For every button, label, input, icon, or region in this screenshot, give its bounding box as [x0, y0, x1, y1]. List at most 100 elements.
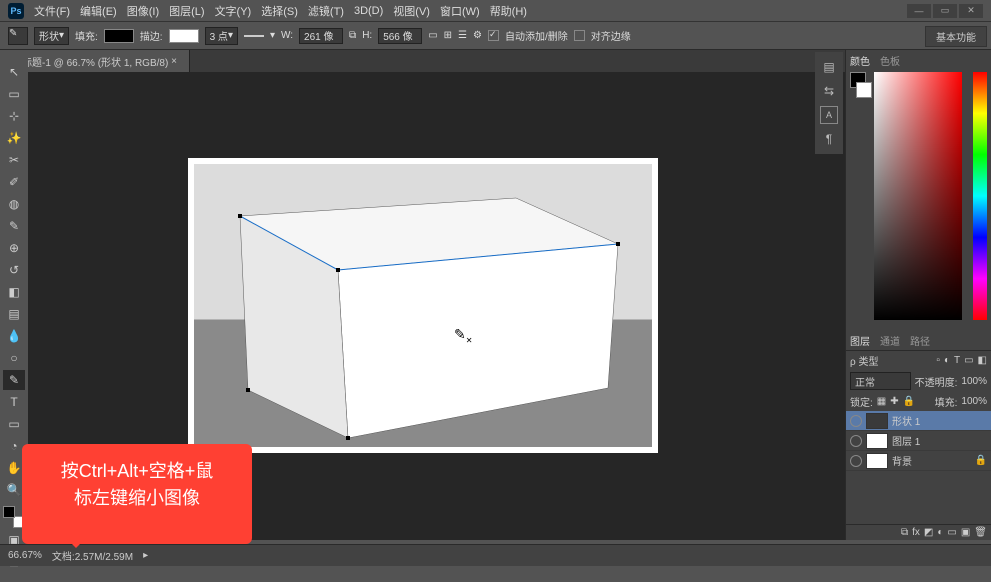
layers-panel-tabs: 图层 通道 路径 — [846, 330, 991, 350]
layer-thumb[interactable] — [866, 453, 888, 469]
layer-name[interactable]: 形状 1 — [892, 413, 920, 428]
healing-tool[interactable]: ◍ — [3, 194, 25, 214]
crop-tool[interactable]: ✂ — [3, 150, 25, 170]
visibility-toggle[interactable] — [850, 455, 862, 467]
history-brush-tool[interactable]: ↺ — [3, 260, 25, 280]
collapsed-panels-strip: ▤ ⇆ A ¶ — [815, 52, 843, 154]
layer-name[interactable]: 背景 — [892, 453, 912, 468]
path-select-tool[interactable]: ▭ — [3, 414, 25, 434]
filter-adj-icon[interactable]: ◐ — [944, 355, 950, 366]
link-wh-icon[interactable]: ⧉ — [349, 30, 356, 41]
menu-help[interactable]: 帮助(H) — [490, 3, 527, 19]
group-icon[interactable]: ▭ — [947, 527, 956, 538]
lasso-tool[interactable]: ⊹ — [3, 106, 25, 126]
layer-fx-icon[interactable]: fx — [912, 527, 920, 538]
align-icon[interactable]: ⊞ — [444, 30, 452, 41]
workspace-switcher[interactable]: 基本功能 — [925, 26, 987, 47]
align-edges-checkbox[interactable] — [574, 30, 585, 41]
wand-tool[interactable]: ✨ — [3, 128, 25, 148]
zoom-level[interactable]: 66.67% — [8, 550, 42, 561]
blend-mode-dropdown[interactable]: 正常 — [850, 372, 911, 390]
brush-tool[interactable]: ✎ — [3, 216, 25, 236]
path-ops-icon[interactable]: ▭ — [428, 30, 437, 41]
history-panel-icon[interactable]: ▤ — [820, 58, 838, 76]
layer-thumb[interactable] — [866, 433, 888, 449]
tab-channels[interactable]: 通道 — [880, 333, 900, 348]
menu-file[interactable]: 文件(F) — [34, 3, 70, 19]
filter-smart-icon[interactable]: ◧ — [978, 355, 987, 366]
move-tool[interactable]: ↖ — [3, 62, 25, 82]
tab-swatches[interactable]: 色板 — [880, 53, 900, 68]
gradient-tool[interactable]: ▤ — [3, 304, 25, 324]
filter-img-icon[interactable]: ▫ — [936, 355, 940, 366]
menu-text[interactable]: 文字(Y) — [215, 3, 252, 19]
dodge-tool[interactable]: ○ — [3, 348, 25, 368]
lock-position-icon[interactable]: ✚ — [890, 396, 898, 407]
shape-mode-dropdown[interactable]: 形状 ▾ — [34, 27, 69, 45]
marquee-tool[interactable]: ▭ — [3, 84, 25, 104]
auto-add-checkbox[interactable] — [488, 30, 499, 41]
hue-slider[interactable] — [973, 72, 987, 320]
properties-panel-icon[interactable]: ⇆ — [820, 82, 838, 100]
eyedropper-tool[interactable]: ✐ — [3, 172, 25, 192]
color-panel-tabs: 颜色 色板 — [846, 50, 991, 70]
paragraph-panel-icon[interactable]: ¶ — [820, 130, 838, 148]
text-tool[interactable]: T — [3, 392, 25, 412]
stroke-style-preview[interactable] — [244, 35, 264, 37]
layer-name[interactable]: 图层 1 — [892, 433, 920, 448]
color-field[interactable] — [874, 72, 962, 320]
fill-swatch[interactable] — [104, 29, 134, 43]
blur-tool[interactable]: 💧 — [3, 326, 25, 346]
menu-select[interactable]: 选择(S) — [261, 3, 298, 19]
link-layers-icon[interactable]: ⧉ — [901, 527, 908, 538]
delete-layer-icon[interactable]: 🗑 — [974, 527, 987, 538]
tab-paths[interactable]: 路径 — [910, 333, 930, 348]
layer-row-background[interactable]: 背景 🔒 — [846, 451, 991, 471]
document-tab[interactable]: 未标题-1 @ 66.7% (形状 1, RGB/8) × — [0, 50, 190, 72]
layer-row-layer1[interactable]: 图层 1 — [846, 431, 991, 451]
height-input[interactable] — [378, 28, 422, 44]
gear-icon[interactable]: ⚙ — [473, 30, 482, 41]
tab-color[interactable]: 颜色 — [850, 53, 870, 68]
menu-layer[interactable]: 图层(L) — [169, 3, 204, 19]
stroke-width-dropdown[interactable]: 3 点 ▾ — [205, 27, 238, 45]
filter-shape-icon[interactable]: ▭ — [964, 355, 973, 366]
color-panel — [846, 70, 991, 330]
stamp-tool[interactable]: ⊕ — [3, 238, 25, 258]
arrange-icon[interactable]: ☰ — [458, 30, 467, 41]
tab-layers[interactable]: 图层 — [850, 333, 870, 348]
doc-size[interactable]: 文档:2.57M/2.59M — [52, 548, 133, 563]
layer-mask-icon[interactable]: ◩ — [924, 527, 933, 538]
tool-preset-icon[interactable]: ✎ — [8, 27, 28, 45]
menu-view[interactable]: 视图(V) — [393, 3, 430, 19]
menu-edit[interactable]: 编辑(E) — [80, 3, 117, 19]
visibility-toggle[interactable] — [850, 435, 862, 447]
minimize-button[interactable]: — — [907, 4, 931, 18]
layer-row-shape1[interactable]: 形状 1 — [846, 411, 991, 431]
kind-filter[interactable]: ρ 类型 — [850, 353, 878, 368]
character-panel-icon[interactable]: A — [820, 106, 838, 124]
layer-thumb[interactable] — [866, 413, 888, 429]
lock-pixels-icon[interactable]: ▦ — [877, 396, 886, 407]
fg-color-swatch[interactable] — [3, 506, 15, 518]
menu-3d[interactable]: 3D(D) — [354, 5, 383, 17]
close-button[interactable]: ✕ — [959, 4, 983, 18]
lock-all-icon[interactable]: 🔒 — [903, 396, 915, 407]
color-preview[interactable] — [850, 72, 872, 98]
menu-image[interactable]: 图像(I) — [127, 3, 159, 19]
opacity-value[interactable]: 100% — [961, 376, 987, 387]
fill-value[interactable]: 100% — [961, 396, 987, 407]
menu-filter[interactable]: 滤镜(T) — [308, 3, 344, 19]
adjustment-layer-icon[interactable]: ◐ — [937, 527, 943, 538]
width-input[interactable] — [299, 28, 343, 44]
canvas[interactable] — [188, 158, 658, 453]
hint-line1: 按Ctrl+Alt+空格+鼠 — [32, 458, 242, 485]
new-layer-icon[interactable]: ▣ — [961, 527, 970, 538]
pen-tool[interactable]: ✎ — [3, 370, 25, 390]
menu-window[interactable]: 窗口(W) — [440, 3, 480, 19]
maximize-button[interactable]: ▭ — [933, 4, 957, 18]
filter-text-icon[interactable]: T — [954, 355, 960, 366]
eraser-tool[interactable]: ◧ — [3, 282, 25, 302]
stroke-swatch[interactable] — [169, 29, 199, 43]
visibility-toggle[interactable] — [850, 415, 862, 427]
